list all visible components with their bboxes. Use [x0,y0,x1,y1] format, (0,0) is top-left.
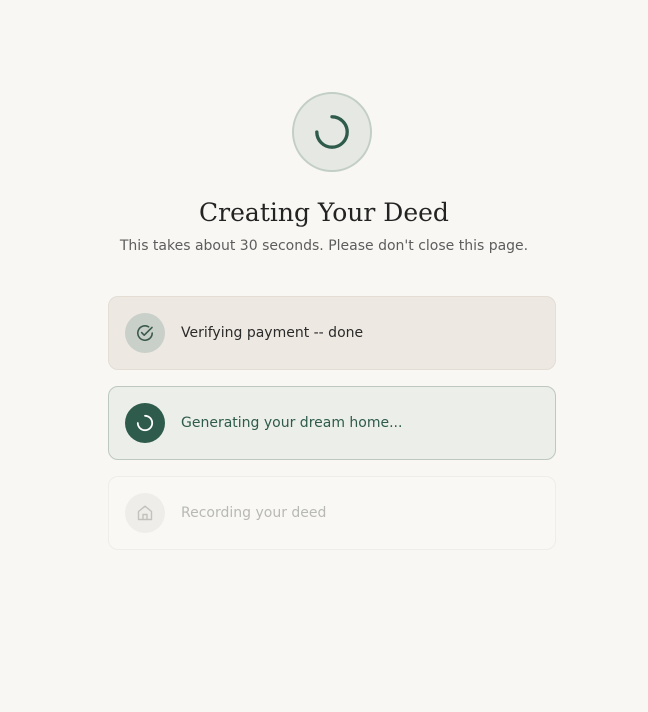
spinner-icon [136,414,154,432]
home-icon [137,505,153,521]
main-spinner [292,92,372,172]
page-subtitle: This takes about 30 seconds. Please don'… [119,238,529,254]
step-label: Recording your deed [181,505,327,521]
step-status-pending [125,493,165,533]
step-list: Verifying payment -- done Generating you… [108,296,556,566]
step-label: Verifying payment -- done [181,325,364,341]
spinner-icon [315,115,349,149]
step-generating-home: Generating your dream home... [108,386,556,460]
check-circle-icon [137,325,154,342]
step-label: Generating your dream home... [181,415,403,431]
page-title: Creating Your Deed [199,198,449,227]
step-status-done [125,313,165,353]
step-verifying-payment: Verifying payment -- done [108,296,556,370]
step-recording-deed: Recording your deed [108,476,556,550]
step-status-active [125,403,165,443]
